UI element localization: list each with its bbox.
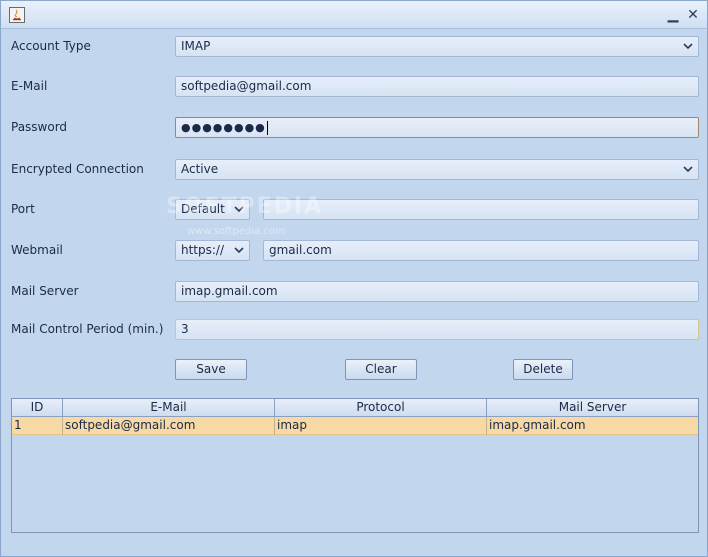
account-type-label: Account Type bbox=[11, 39, 91, 53]
chevron-down-icon bbox=[683, 166, 693, 173]
title-bar: ▁ ✕ bbox=[1, 1, 707, 29]
close-button[interactable]: ✕ bbox=[685, 7, 701, 23]
chevron-down-icon bbox=[234, 206, 244, 213]
control-period-value: 3 bbox=[181, 322, 189, 336]
account-type-select[interactable]: IMAP bbox=[175, 36, 699, 57]
port-input[interactable] bbox=[263, 199, 699, 220]
chevron-down-icon bbox=[683, 43, 693, 50]
minimize-button[interactable]: ▁ bbox=[665, 7, 681, 23]
table-header: ID E-Mail Protocol Mail Server bbox=[12, 399, 698, 417]
control-period-field[interactable]: 3 bbox=[175, 319, 699, 340]
minimize-icon: ▁ bbox=[667, 7, 679, 23]
chevron-down-icon bbox=[234, 247, 244, 254]
webmail-field[interactable]: gmail.com bbox=[263, 240, 699, 261]
webmail-protocol-select[interactable]: https:// bbox=[175, 240, 250, 261]
cell-id: 1 bbox=[12, 417, 63, 435]
port-label: Port bbox=[11, 202, 35, 216]
port-select[interactable]: Default bbox=[175, 199, 250, 220]
app-window: ▁ ✕ Account Type IMAP E-Mail softpedia@g… bbox=[0, 0, 708, 557]
mail-server-value: imap.gmail.com bbox=[181, 284, 278, 298]
column-header-email[interactable]: E-Mail bbox=[63, 399, 275, 417]
email-value: softpedia@gmail.com bbox=[181, 79, 312, 93]
port-select-value: Default bbox=[181, 202, 225, 216]
encrypted-connection-label: Encrypted Connection bbox=[11, 162, 144, 176]
delete-button[interactable]: Delete bbox=[513, 359, 573, 380]
column-header-mail-server[interactable]: Mail Server bbox=[487, 399, 698, 417]
mail-server-label: Mail Server bbox=[11, 284, 79, 298]
webmail-value: gmail.com bbox=[269, 243, 332, 257]
webmail-protocol-value: https:// bbox=[181, 243, 225, 257]
text-caret bbox=[266, 120, 268, 135]
cell-mail-server: imap.gmail.com bbox=[489, 418, 586, 432]
column-header-protocol[interactable]: Protocol bbox=[275, 399, 487, 417]
cell-email: softpedia@gmail.com bbox=[63, 417, 275, 435]
control-period-label: Mail Control Period (min.) bbox=[11, 322, 164, 336]
save-button[interactable]: Save bbox=[175, 359, 247, 380]
webmail-label: Webmail bbox=[11, 243, 63, 257]
mail-server-field[interactable]: imap.gmail.com bbox=[175, 281, 699, 302]
password-label: Password bbox=[11, 120, 68, 134]
encrypted-connection-select[interactable]: Active bbox=[175, 159, 699, 180]
password-field[interactable]: ●●●●●●●● bbox=[175, 117, 699, 138]
clear-button[interactable]: Clear bbox=[345, 359, 417, 380]
column-header-id[interactable]: ID bbox=[12, 399, 63, 417]
java-app-icon bbox=[9, 7, 25, 23]
encrypted-connection-value: Active bbox=[181, 162, 219, 176]
cell-protocol: imap bbox=[275, 417, 487, 435]
accounts-table: ID E-Mail Protocol Mail Server 1 softped… bbox=[11, 398, 699, 533]
watermark-url: www.softpedia.com bbox=[187, 226, 285, 237]
table-row[interactable]: 1 softpedia@gmail.com imap imap.gmail.co… bbox=[12, 417, 698, 435]
account-type-value: IMAP bbox=[181, 39, 211, 53]
email-field[interactable]: softpedia@gmail.com bbox=[175, 76, 699, 97]
close-icon: ✕ bbox=[687, 7, 699, 23]
password-masked-value: ●●●●●●●● bbox=[181, 121, 266, 134]
email-label: E-Mail bbox=[11, 79, 48, 93]
